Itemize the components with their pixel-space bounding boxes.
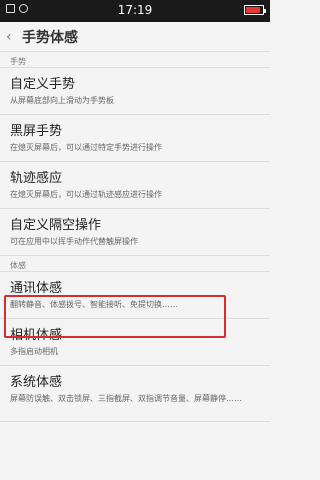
- list-item-camera-motion[interactable]: 相机体感 多指启动相机: [0, 319, 270, 366]
- item-title: 系统体感: [10, 375, 63, 390]
- back-arrow-icon[interactable]: ‹: [6, 29, 18, 45]
- page-title: 手势体感: [22, 29, 78, 46]
- item-subtitle: 多指启动相机: [10, 347, 58, 356]
- item-title: 自定义隔空操作: [10, 218, 102, 233]
- item-subtitle: 屏幕防误触、双击锁屏、三指截屏、双指调节音量、屏幕静停……: [10, 394, 242, 403]
- list-item-air-gesture[interactable]: 自定义隔空操作 可在应用中以挥手动作代替触屏操作: [0, 209, 270, 256]
- item-subtitle: 从屏幕底部向上滑动为手势板: [10, 96, 114, 105]
- section-label-gestures: 手势: [0, 52, 270, 68]
- status-bar: 17:19: [0, 0, 270, 22]
- item-subtitle: 翻转静音、体感拨号、智能接听、免提切换……: [10, 300, 178, 309]
- battery-icon: [244, 5, 266, 15]
- item-subtitle: 在熄灭屏幕后，可以通过特定手势进行操作: [10, 143, 162, 152]
- item-title: 通讯体感: [10, 281, 63, 296]
- item-title: 轨迹感应: [10, 171, 63, 186]
- list-item-screen-off-gesture[interactable]: 黑屏手势 在熄灭屏幕后，可以通过特定手势进行操作: [0, 115, 270, 162]
- header: ‹ 手势体感: [0, 22, 270, 52]
- item-subtitle: 在熄灭屏幕后，可以通过轨迹感应进行操作: [10, 190, 162, 199]
- item-title: 黑屏手势: [10, 124, 63, 139]
- status-indicators: [244, 5, 266, 15]
- list-item-call-motion[interactable]: 通讯体感 翻转静音、体感拨号、智能接听、免提切换……: [0, 272, 270, 319]
- item-title: 相机体感: [10, 328, 63, 343]
- list-item-custom-gesture[interactable]: 自定义手势 从屏幕底部向上滑动为手势板: [0, 68, 270, 115]
- list-item-system-motion[interactable]: 系统体感 屏幕防误触、双击锁屏、三指截屏、双指调节音量、屏幕静停……: [0, 366, 270, 422]
- status-time: 17:19: [117, 3, 153, 17]
- item-subtitle: 可在应用中以挥手动作代替触屏操作: [10, 237, 138, 246]
- section-label-motion: 体感: [0, 256, 270, 272]
- item-title: 自定义手势: [10, 77, 76, 92]
- list-item-trajectory-sensing[interactable]: 轨迹感应 在熄灭屏幕后，可以通过轨迹感应进行操作: [0, 162, 270, 209]
